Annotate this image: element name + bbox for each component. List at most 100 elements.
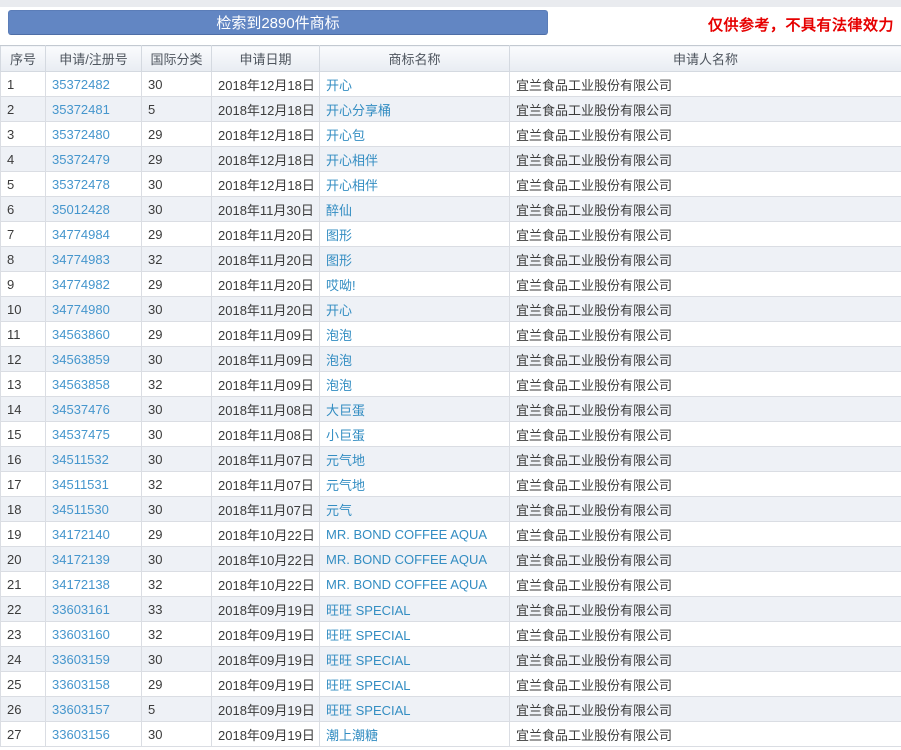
reg-number-link[interactable]: 34563858: [52, 377, 110, 392]
trademark-name-link[interactable]: 醉仙: [326, 203, 352, 218]
applicant-cell: 宜兰食品工业股份有限公司: [509, 596, 901, 622]
intl-class-cell: 32: [141, 621, 212, 647]
name-cell: 小巨蛋: [319, 421, 510, 447]
reg_no-cell: 34172138: [45, 571, 142, 597]
trademark-name-link[interactable]: 图形: [326, 228, 352, 243]
trademark-name-link[interactable]: 小巨蛋: [326, 428, 365, 443]
reg-number-link[interactable]: 35372478: [52, 177, 110, 192]
trademark-name-link[interactable]: 旺旺 SPECIAL: [326, 628, 411, 643]
serial-cell: 15: [0, 421, 46, 447]
intl-class-cell: 30: [141, 721, 212, 747]
trademark-name-link[interactable]: 旺旺 SPECIAL: [326, 653, 411, 668]
serial-cell: 5: [0, 171, 46, 197]
reg_no-cell: 34511532: [45, 446, 142, 472]
applicant-cell: 宜兰食品工业股份有限公司: [509, 496, 901, 522]
trademark-name-link[interactable]: MR. BOND COFFEE AQUA: [326, 527, 487, 542]
table-row: 2 35372481 5 2018年12月18日 开心分享桶 宜兰食品工业股份有限公司: [0, 96, 901, 122]
name-cell: 旺旺 SPECIAL: [319, 646, 510, 672]
reg-number-link[interactable]: 34537476: [52, 402, 110, 417]
intl-class-cell: 30: [141, 171, 212, 197]
trademark-name-link[interactable]: 旺旺 SPECIAL: [326, 603, 411, 618]
date-cell: 2018年11月09日: [211, 346, 320, 372]
reg-number-link[interactable]: 33603161: [52, 602, 110, 617]
trademark-name-link[interactable]: 元气地: [326, 478, 365, 493]
trademark-name-link[interactable]: 开心: [326, 78, 352, 93]
intl-class-cell: 5: [141, 96, 212, 122]
table-row: 16 34511532 30 2018年11月07日 元气地 宜兰食品工业股份有限公司: [0, 446, 901, 472]
reg-number-link[interactable]: 33603157: [52, 702, 110, 717]
table-row: 18 34511530 30 2018年11月07日 元气 宜兰食品工业股份有限公司: [0, 496, 901, 522]
table-row: 21 34172138 32 2018年10月22日 MR. BOND COFFEE A…: [0, 571, 901, 597]
trademark-name-link[interactable]: 泡泡: [326, 378, 352, 393]
reg-number-link[interactable]: 34774980: [52, 302, 110, 317]
reg_no-cell: 34774982: [45, 271, 142, 297]
date-cell: 2018年12月18日: [211, 96, 320, 122]
date-cell: 2018年12月18日: [211, 146, 320, 172]
reg-number-link[interactable]: 34511530: [52, 502, 109, 517]
reg_no-cell: 34774983: [45, 246, 142, 272]
intl-class-cell: 30: [141, 446, 212, 472]
reg-number-link[interactable]: 35372481: [52, 102, 110, 117]
trademark-name-link[interactable]: 潮上潮糖: [326, 728, 378, 743]
reg-number-link[interactable]: 34172139: [52, 552, 110, 567]
reg-number-link[interactable]: 34563859: [52, 352, 110, 367]
table-row: 27 33603156 30 2018年09月19日 潮上潮糖 宜兰食品工业股份有限公司: [0, 721, 901, 747]
trademark-name-link[interactable]: 泡泡: [326, 328, 352, 343]
reg-number-link[interactable]: 35372480: [52, 127, 110, 142]
reg-number-link[interactable]: 34172138: [52, 577, 110, 592]
reg-number-link[interactable]: 34563860: [52, 327, 110, 342]
name-cell: 哎呦!: [319, 271, 510, 297]
intl-class-cell: 29: [141, 146, 212, 172]
reg-number-link[interactable]: 33603158: [52, 677, 110, 692]
reg-number-link[interactable]: 34774984: [52, 227, 110, 242]
trademark-name-link[interactable]: 开心分享桶: [326, 103, 391, 118]
reg-number-link[interactable]: 33603160: [52, 627, 110, 642]
name-cell: 潮上潮糖: [319, 721, 510, 747]
trademark-name-link[interactable]: MR. BOND COFFEE AQUA: [326, 552, 487, 567]
trademark-name-link[interactable]: 泡泡: [326, 353, 352, 368]
applicant-cell: 宜兰食品工业股份有限公司: [509, 346, 901, 372]
serial-cell: 21: [0, 571, 46, 597]
name-cell: MR. BOND COFFEE AQUA: [319, 546, 510, 572]
reg-number-link[interactable]: 34774982: [52, 277, 110, 292]
serial-cell: 20: [0, 546, 46, 572]
table-row: 23 33603160 32 2018年09月19日 旺旺 SPECIAL 宜兰食品工业股…: [0, 621, 901, 647]
intl-class-cell: 5: [141, 696, 212, 722]
intl-class-cell: 30: [141, 646, 212, 672]
intl-class-cell: 30: [141, 196, 212, 222]
trademark-name-link[interactable]: MR. BOND COFFEE AQUA: [326, 577, 487, 592]
date-cell: 2018年09月19日: [211, 621, 320, 647]
reg_no-cell: 33603156: [45, 721, 142, 747]
trademark-name-link[interactable]: 哎呦!: [326, 278, 356, 293]
trademark-name-link[interactable]: 旺旺 SPECIAL: [326, 678, 411, 693]
trademark-name-link[interactable]: 开心: [326, 303, 352, 318]
name-cell: 泡泡: [319, 371, 510, 397]
reg-number-link[interactable]: 34774983: [52, 252, 110, 267]
trademark-name-link[interactable]: 图形: [326, 253, 352, 268]
trademark-name-link[interactable]: 元气: [326, 503, 352, 518]
reg-number-link[interactable]: 34511532: [52, 452, 109, 467]
trademark-name-link[interactable]: 开心相伴: [326, 153, 378, 168]
trademark-name-link[interactable]: 元气地: [326, 453, 365, 468]
intl-class-cell: 30: [141, 71, 212, 97]
applicant-cell: 宜兰食品工业股份有限公司: [509, 571, 901, 597]
reg_no-cell: 34172139: [45, 546, 142, 572]
reg-number-link[interactable]: 34537475: [52, 427, 110, 442]
date-cell: 2018年11月20日: [211, 221, 320, 247]
reg-number-link[interactable]: 35012428: [52, 202, 110, 217]
date-cell: 2018年11月08日: [211, 396, 320, 422]
reg-number-link[interactable]: 35372482: [52, 77, 110, 92]
results-count-banner: 检索到2890件商标: [8, 10, 548, 35]
reg-number-link[interactable]: 33603156: [52, 727, 110, 742]
reg-number-link[interactable]: 34172140: [52, 527, 110, 542]
table-row: 13 34563858 32 2018年11月09日 泡泡 宜兰食品工业股份有限公司: [0, 371, 901, 397]
trademark-name-link[interactable]: 开心包: [326, 128, 365, 143]
trademark-search-results-page: 检索到2890件商标 仅供参考，不具有法律效力 序号 申请/注册号 国际分类 申请日期…: [0, 0, 901, 750]
reg-number-link[interactable]: 35372479: [52, 152, 110, 167]
trademark-name-link[interactable]: 大巨蛋: [326, 403, 365, 418]
trademark-name-link[interactable]: 旺旺 SPECIAL: [326, 703, 411, 718]
trademark-name-link[interactable]: 开心相伴: [326, 178, 378, 193]
table-row: 4 35372479 29 2018年12月18日 开心相伴 宜兰食品工业股份有限公司: [0, 146, 901, 172]
reg-number-link[interactable]: 33603159: [52, 652, 110, 667]
reg-number-link[interactable]: 34511531: [52, 477, 109, 492]
